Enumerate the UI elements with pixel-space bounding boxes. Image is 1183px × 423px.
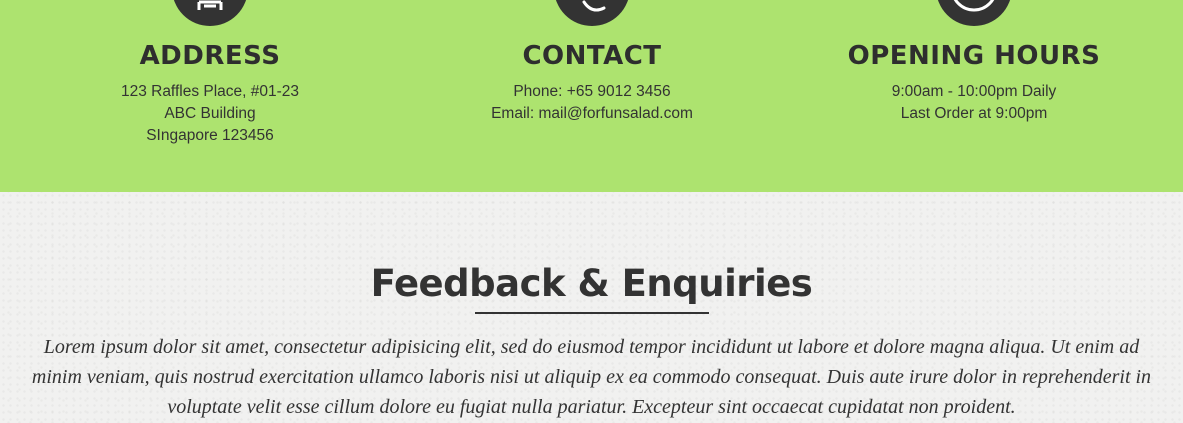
contact-lines: Phone: +65 9012 3456 Email: mail@forfuns…	[402, 81, 782, 125]
hours-line-2: Last Order at 9:00pm	[900, 105, 1048, 122]
title-underline	[475, 312, 709, 314]
clock-icon	[936, 0, 1012, 26]
contact-phone[interactable]: Phone: +65 9012 3456	[402, 81, 782, 103]
contact-title: CONTACT	[522, 41, 662, 71]
info-band: ADDRESS 123 Raffles Place, #01-23 ABC Bu…	[0, 0, 1183, 192]
phone-icon	[554, 0, 630, 26]
contact-column: CONTACT Phone: +65 9012 3456 Email: mail…	[402, 0, 782, 192]
hours-lines: 9:00am - 10:00pm Daily Last Order at 9:0…	[784, 81, 1164, 125]
address-line-3: SIngapore 123456	[146, 127, 274, 144]
address-line-1: 123 Raffles Place, #01-23	[120, 83, 300, 100]
hours-title: OPENING HOURS	[847, 41, 1101, 71]
address-title: ADDRESS	[139, 41, 281, 71]
feedback-description: Lorem ipsum dolor sit amet, consectetur …	[31, 336, 1152, 418]
address-line-2: ABC Building	[164, 105, 256, 122]
address-lines: 123 Raffles Place, #01-23 ABC Building S…	[20, 81, 400, 147]
contact-email[interactable]: Email: mail@forfunsalad.com	[402, 103, 782, 125]
feedback-title: Feedback & Enquiries	[370, 262, 813, 305]
building-icon	[172, 0, 248, 26]
address-column: ADDRESS 123 Raffles Place, #01-23 ABC Bu…	[20, 0, 400, 192]
hours-line-1: 9:00am - 10:00pm Daily	[891, 83, 1057, 100]
hours-column: OPENING HOURS 9:00am - 10:00pm Daily Las…	[784, 0, 1164, 192]
feedback-section: Feedback & Enquiries Lorem ipsum dolor s…	[0, 192, 1183, 423]
